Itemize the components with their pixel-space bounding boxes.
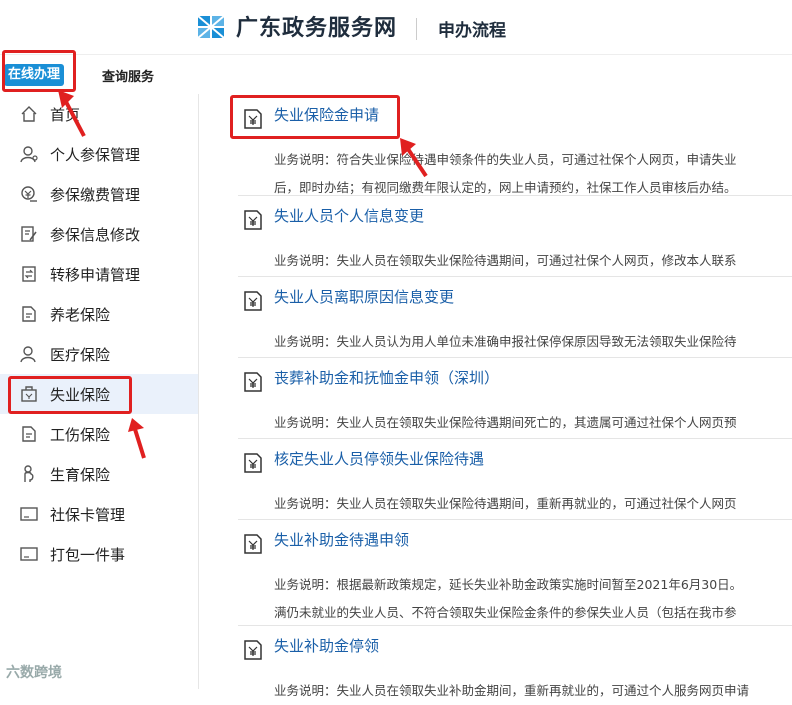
header-subtitle: 申办流程 — [438, 21, 506, 41]
arrow-icon — [400, 138, 428, 178]
person-icon — [20, 146, 38, 163]
edit-icon — [21, 226, 37, 242]
header: 广东政务服务网 申办流程 — [0, 0, 792, 55]
yuan-document-icon — [244, 453, 262, 473]
sidebar-item-label: 生育保险 — [50, 466, 111, 484]
description-line: 业务说明：符合失业保险待遇申领条件的失业人员，可通过社保个人网页，申请失业 — [274, 152, 737, 167]
service-title-link[interactable]: 失业人员个人信息变更 — [274, 205, 424, 226]
list-item: 丧葬补助金和抚恤金申领（深圳） 业务说明：失业人员在领取失业保险待遇期间死亡的，… — [238, 357, 792, 439]
medical-person-icon — [20, 346, 36, 363]
card-icon — [20, 507, 38, 521]
sidebar-item-social-card[interactable]: 社保卡管理 — [0, 494, 198, 534]
service-title-link[interactable]: 失业人员离职原因信息变更 — [274, 286, 454, 307]
service-description: 业务说明：根据最新政策规定，延长失业补助金政策实施时间暂至2021年6月30日。… — [274, 571, 792, 627]
service-description: 业务说明：失业人员认为用人单位未准确申报社保停保原因导致无法领取失业保险待 — [274, 328, 792, 356]
service-description: 业务说明：失业人员在领取失业保险待遇期间，可通过社保个人网页，修改本人联系 — [274, 247, 792, 275]
payment-icon — [21, 186, 37, 202]
maternity-icon — [24, 465, 34, 482]
site-name[interactable]: 广东政务服务网 — [236, 10, 397, 42]
tab-query-service[interactable]: 查询服务 — [102, 66, 154, 85]
watermark: 六数跨境 — [6, 665, 62, 681]
sidebar-item-pension[interactable]: 养老保险 — [0, 294, 198, 334]
highlight-box-unemployment — [8, 376, 132, 414]
sidebar-item-work-injury[interactable]: 工伤保险 — [0, 414, 198, 454]
sidebar-item-package[interactable]: 打包一件事 — [0, 534, 198, 574]
logo-icon — [197, 15, 225, 39]
list-item: 失业补助金停领 业务说明：失业人员在领取失业补助金期间，重新再就业的，可通过个人… — [238, 625, 792, 698]
service-title-link[interactable]: 失业补助金待遇申领 — [274, 529, 409, 550]
document-icon — [22, 426, 36, 442]
description-line: 满仍未就业的失业人员、不符合领取失业保险金条件的参保失业人员（包括在我市参 — [274, 605, 737, 620]
sidebar-item-label: 转移申请管理 — [50, 266, 141, 284]
yuan-document-icon — [244, 534, 262, 554]
document-icon — [22, 306, 36, 322]
sidebar-item-label: 个人参保管理 — [50, 146, 141, 164]
arrow-icon — [128, 418, 146, 459]
sidebar-item-label: 医疗保险 — [50, 346, 111, 364]
description-line: 业务说明：根据最新政策规定，延长失业补助金政策实施时间暂至2021年6月30日。 — [274, 577, 743, 592]
sidebar-item-info-edit[interactable]: 参保信息修改 — [0, 214, 198, 254]
transfer-icon — [22, 266, 36, 282]
sidebar-item-payment[interactable]: 参保缴费管理 — [0, 174, 198, 214]
sidebar-item-personal-insurance[interactable]: 个人参保管理 — [0, 134, 198, 174]
service-title-link[interactable]: 丧葬补助金和抚恤金申领（深圳） — [274, 367, 499, 388]
yuan-document-icon — [244, 210, 262, 230]
sidebar-item-label: 养老保险 — [50, 306, 111, 324]
service-description: 业务说明：失业人员在领取失业保险待遇期间死亡的，其遗属可通过社保个人网页预 — [274, 409, 792, 437]
list-item: 失业人员离职原因信息变更 业务说明：失业人员认为用人单位未准确申报社保停保原因导… — [238, 276, 792, 358]
service-description: 业务说明：失业人员在领取失业保险待遇期间，重新再就业的，可通过社保个人网页 — [274, 490, 792, 518]
service-title-link[interactable]: 核定失业人员停领失业保险待遇 — [274, 448, 484, 469]
sidebar-item-transfer[interactable]: 转移申请管理 — [0, 254, 198, 294]
header-divider — [416, 18, 417, 40]
list-item: 核定失业人员停领失业保险待遇 业务说明：失业人员在领取失业保险待遇期间，重新再就… — [238, 438, 792, 520]
service-list: 失业保险金申请 业务说明：符合失业保险待遇申领条件的失业人员，可通过社保个人网页… — [228, 94, 792, 698]
list-item: 失业补助金待遇申领 业务说明：根据最新政策规定，延长失业补助金政策实施时间暂至2… — [238, 519, 792, 626]
highlight-box-online-tab — [2, 50, 76, 92]
sidebar-item-medical[interactable]: 医疗保险 — [0, 334, 198, 374]
sidebar-item-label: 打包一件事 — [50, 546, 126, 564]
description-line: 业务说明：失业人员认为用人单位未准确申报社保停保原因导致无法领取失业保险待 — [274, 334, 737, 349]
service-description: 业务说明：符合失业保险待遇申领条件的失业人员，可通过社保个人网页，申请失业 后，… — [274, 146, 792, 202]
card-icon — [20, 547, 38, 561]
sidebar-item-label: 参保信息修改 — [50, 226, 141, 244]
home-icon — [21, 106, 37, 122]
sidebar-item-label: 参保缴费管理 — [50, 186, 141, 204]
list-item: 失业人员个人信息变更 业务说明：失业人员在领取失业保险待遇期间，可通过社保个人网… — [238, 195, 792, 277]
arrow-icon — [58, 90, 86, 137]
sidebar-item-home[interactable]: 首页 — [0, 94, 198, 134]
yuan-document-icon — [244, 640, 262, 660]
description-line: 业务说明：失业人员在领取失业保险待遇期间，重新再就业的，可通过社保个人网页 — [274, 496, 737, 511]
yuan-document-icon — [244, 291, 262, 311]
description-line: 业务说明：失业人员在领取失业保险待遇期间，可通过社保个人网页，修改本人联系 — [274, 253, 737, 268]
highlight-box-first-service — [230, 95, 400, 139]
sidebar-item-maternity[interactable]: 生育保险 — [0, 454, 198, 494]
tab-bar: 在线办理 查询服务 — [0, 60, 792, 92]
yuan-document-icon — [244, 372, 262, 392]
description-line: 业务说明：失业人员在领取失业保险待遇期间死亡的，其遗属可通过社保个人网页预 — [274, 415, 737, 430]
description-line: 业务说明：失业人员在领取失业补助金期间，重新再就业的，可通过个人服务网页申请 — [274, 683, 750, 698]
sidebar-item-label: 工伤保险 — [50, 426, 111, 444]
service-title-link[interactable]: 失业补助金停领 — [274, 635, 379, 656]
service-description: 业务说明：失业人员在领取失业补助金期间，重新再就业的，可通过个人服务网页申请 — [274, 677, 792, 705]
sidebar-item-label: 社保卡管理 — [50, 506, 126, 524]
